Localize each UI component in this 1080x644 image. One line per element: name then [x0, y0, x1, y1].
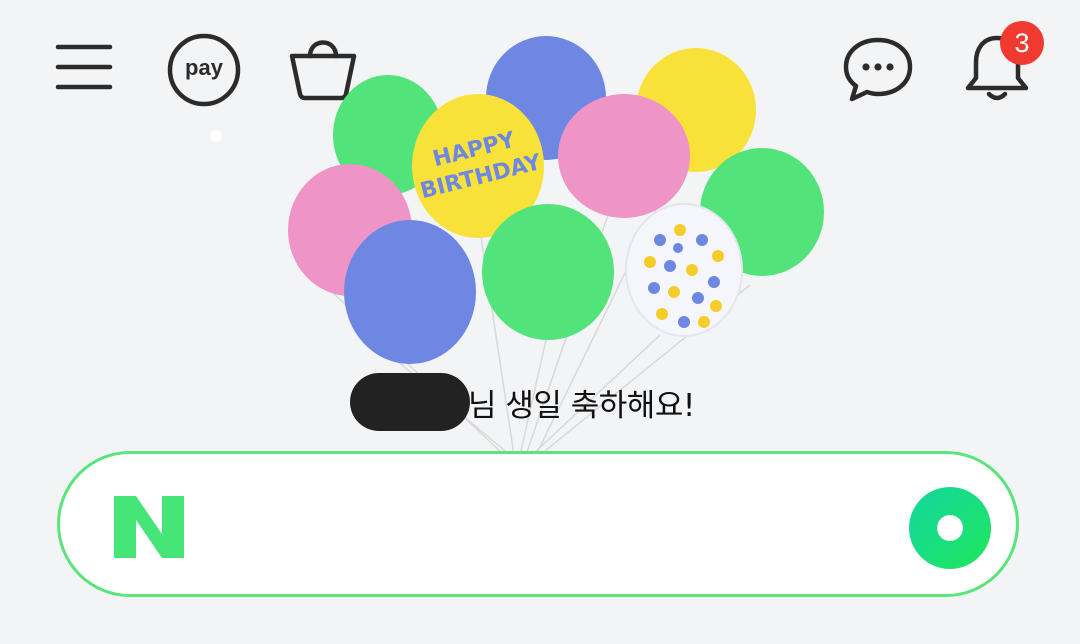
greeting-text: 님 생일 축하해요!: [468, 387, 695, 424]
notification-badge: 3: [1000, 21, 1044, 65]
search-bar[interactable]: [57, 451, 1019, 597]
balloon-blue: [344, 220, 476, 364]
menu-button[interactable]: [52, 36, 116, 96]
green-lens-icon[interactable]: [908, 486, 992, 570]
balloon-green: [482, 204, 614, 340]
balloon-pink: [558, 94, 690, 218]
chat-button[interactable]: [842, 36, 914, 102]
redacted-user-name: [350, 373, 470, 431]
pay-label: pay: [185, 55, 223, 80]
pay-button[interactable]: pay: [164, 32, 244, 108]
chat-bubble-icon: [843, 37, 913, 102]
naver-n-logo-icon[interactable]: [114, 496, 184, 558]
page-indicator-dot: [210, 130, 222, 142]
hamburger-menu-icon: [55, 44, 113, 90]
search-input[interactable]: [210, 489, 934, 561]
birthday-greeting: 님 생일 축하해요!: [350, 372, 695, 432]
balloon-confetti: [625, 203, 743, 337]
